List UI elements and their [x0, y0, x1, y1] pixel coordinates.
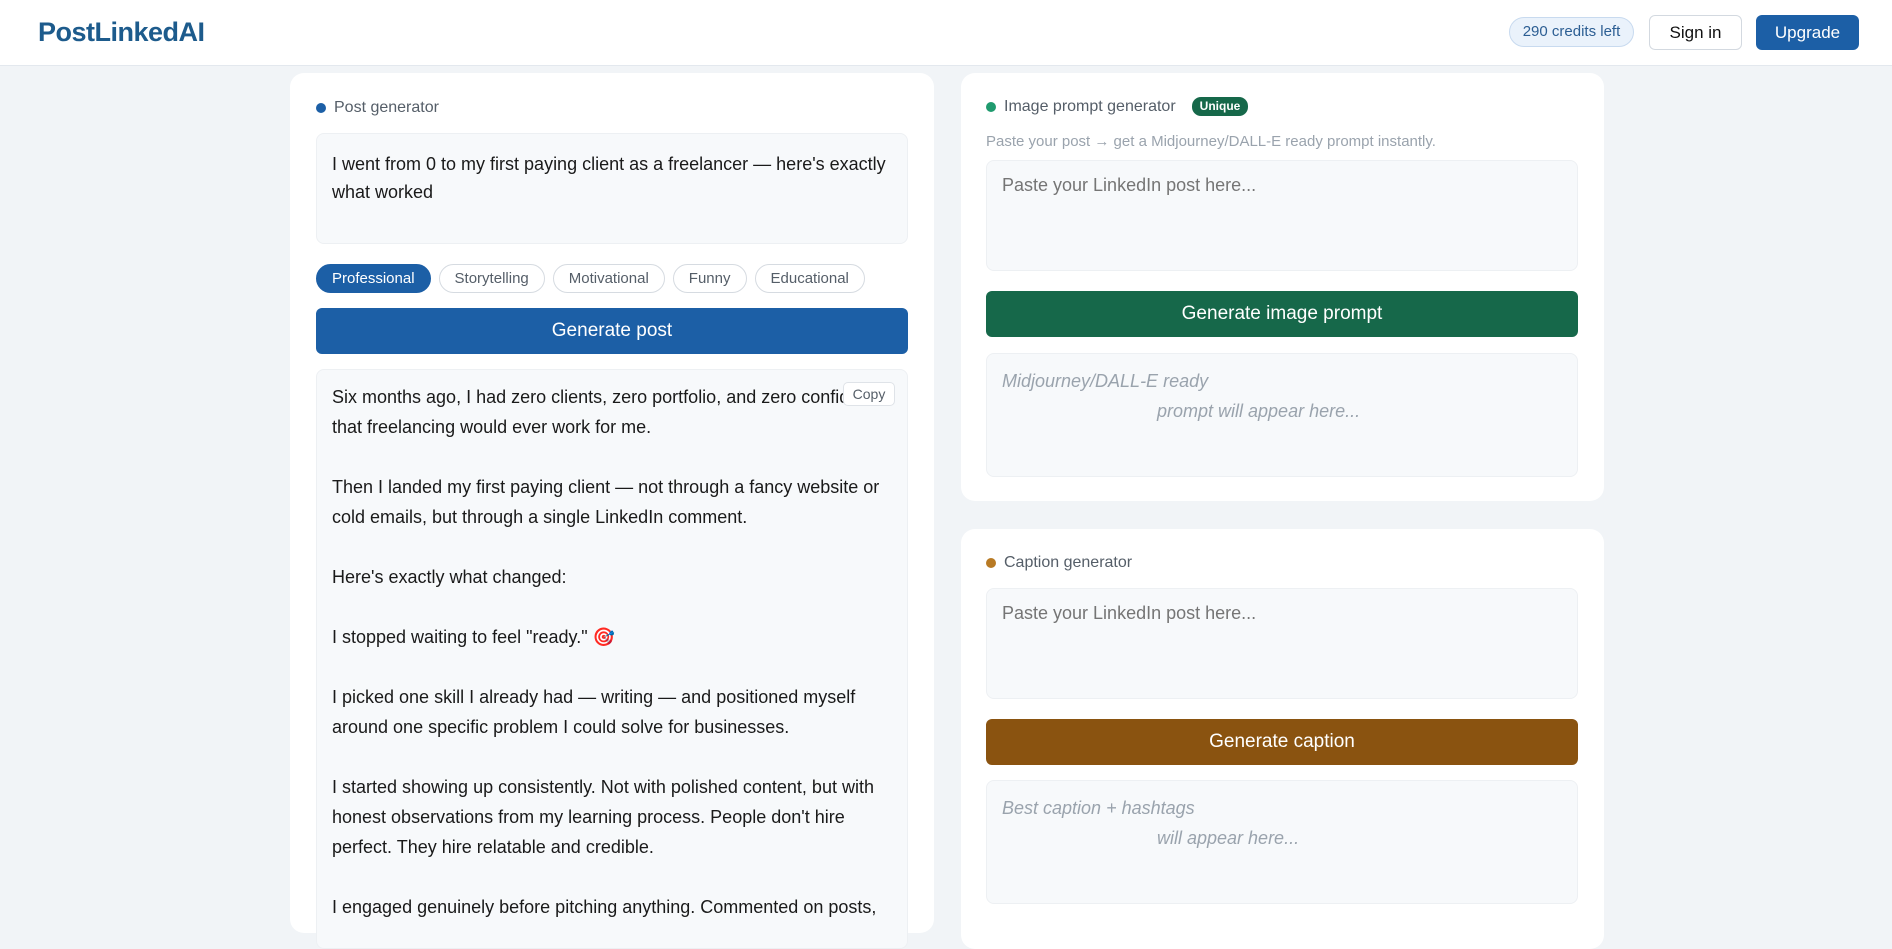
post-output-text: Six months ago, I had zero clients, zero…: [332, 387, 888, 917]
generate-post-button[interactable]: Generate post: [316, 308, 908, 354]
caption-input[interactable]: [1002, 603, 1562, 624]
image-prompt-title: Image prompt generator: [1004, 97, 1176, 115]
tone-chip-educational[interactable]: Educational: [754, 264, 865, 293]
caption-input-box[interactable]: [986, 588, 1578, 699]
image-prompt-hint: Paste your post → get a Midjourney/DALL-…: [986, 133, 1436, 150]
image-prompt-input[interactable]: [1002, 175, 1562, 196]
caption-header: Caption generator: [986, 554, 1132, 572]
result-line-1: Best caption + hashtags: [1002, 798, 1195, 818]
generate-caption-button[interactable]: Generate caption: [986, 719, 1578, 765]
status-dot-icon: [316, 103, 326, 113]
upgrade-button[interactable]: Upgrade: [1756, 15, 1859, 50]
caption-card: Caption generator Generate caption Best …: [961, 529, 1604, 949]
topic-value: I went from 0 to my first paying client …: [332, 154, 886, 202]
caption-result-placeholder: Best caption + hashtags will appear here…: [1002, 793, 1562, 853]
result-line-1: Midjourney/DALL-E ready: [1002, 371, 1209, 391]
tone-selector: Professional Storytelling Motivational F…: [316, 264, 873, 293]
copy-button[interactable]: Copy: [843, 382, 895, 406]
status-dot-icon: [986, 558, 996, 568]
image-prompt-header: Image prompt generator Unique: [986, 97, 1249, 116]
generate-image-prompt-button[interactable]: Generate image prompt: [986, 291, 1578, 337]
tone-chip-funny[interactable]: Funny: [672, 264, 747, 293]
app-logo[interactable]: PostLinkedAI: [38, 17, 205, 48]
status-dot-icon: [986, 101, 996, 112]
result-line-2: prompt will appear here...: [1157, 401, 1361, 421]
image-prompt-result-box: Midjourney/DALL-E ready prompt will appe…: [986, 353, 1578, 477]
credits-badge: 290 credits left: [1509, 17, 1634, 47]
image-prompt-input-box[interactable]: [986, 160, 1578, 271]
top-navbar: PostLinkedAI 290 credits left Sign in Up…: [0, 0, 1892, 66]
tone-chip-storytelling[interactable]: Storytelling: [438, 264, 545, 293]
post-generator-title: Post generator: [334, 99, 439, 116]
result-line-2: will appear here...: [1157, 828, 1300, 848]
sign-in-button[interactable]: Sign in: [1649, 15, 1742, 50]
caption-title: Caption generator: [1004, 554, 1133, 571]
post-generator-card: Post generator I went from 0 to my first…: [290, 73, 934, 949]
unique-badge: Unique: [1191, 97, 1249, 116]
tone-chip-professional[interactable]: Professional: [316, 264, 431, 293]
image-prompt-card: Image prompt generator Unique Paste your…: [961, 73, 1604, 501]
post-generator-header: Post generator: [316, 99, 439, 117]
topic-textarea[interactable]: I went from 0 to my first paying client …: [316, 133, 908, 244]
image-prompt-result-placeholder: Midjourney/DALL-E ready prompt will appe…: [1002, 366, 1562, 426]
post-output-box: Six months ago, I had zero clients, zero…: [316, 369, 908, 949]
tone-chip-motivational[interactable]: Motivational: [552, 264, 665, 293]
caption-result-box: Best caption + hashtags will appear here…: [986, 780, 1578, 904]
